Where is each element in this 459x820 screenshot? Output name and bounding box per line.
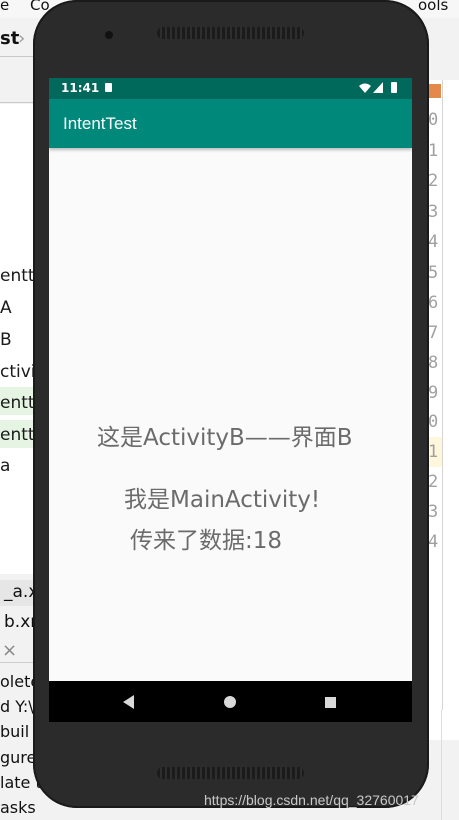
status-time: 11:41 (61, 81, 100, 95)
line-number: 3 (428, 202, 439, 222)
menu-item[interactable]: ools (418, 0, 448, 14)
divider (441, 710, 442, 820)
line-number: 9 (428, 383, 439, 403)
activity-label: 这是ActivityB——界面B (97, 425, 353, 451)
front-camera (105, 31, 113, 39)
tree-item[interactable]: entt (0, 425, 35, 445)
recents-icon[interactable] (325, 697, 336, 708)
toolbar-icon[interactable] (429, 84, 441, 98)
chevron-right-icon: › (18, 28, 26, 49)
app-bar: IntentTest (49, 99, 412, 148)
tree-item[interactable]: entt (0, 393, 35, 413)
device-screen: 11:41 IntentTest 这是ActivityB——界面B 我是Main… (49, 78, 412, 722)
signal-icon (373, 82, 383, 93)
build-output-line: buil (0, 722, 30, 741)
app-title: IntentTest (63, 114, 137, 133)
tree-item[interactable]: A (0, 298, 12, 318)
line-number: 0 (428, 110, 439, 130)
battery-icon (391, 82, 397, 93)
line-number: 8 (428, 353, 439, 373)
ide-breadcrumb[interactable]: st (0, 28, 19, 49)
line-number: 3 (428, 502, 439, 522)
line-number: 5 (428, 263, 439, 283)
status-bar: 11:41 (49, 78, 412, 99)
build-output-line: gure (0, 748, 37, 767)
line-number: 1 (428, 442, 439, 462)
tree-item[interactable]: entt (0, 266, 35, 286)
divider (442, 80, 443, 710)
back-icon[interactable] (123, 695, 134, 709)
home-icon[interactable] (224, 696, 236, 708)
line-number: 2 (428, 171, 439, 191)
wifi-icon (359, 83, 371, 93)
line-number: 1 (428, 141, 439, 161)
tree-item[interactable]: B (0, 330, 12, 350)
line-number: 6 (428, 293, 439, 313)
line-number: 4 (428, 532, 439, 552)
line-number: 4 (428, 232, 439, 252)
line-number: 7 (428, 323, 439, 343)
sd-card-icon (105, 83, 112, 92)
activity-content: 这是ActivityB——界面B 我是MainActivity! 传来了数据:1… (49, 148, 412, 681)
bottom-speaker (157, 767, 304, 779)
navigation-bar (49, 681, 412, 722)
build-output-line: d Y:\ (0, 697, 34, 716)
message-text: 我是MainActivity! (124, 487, 321, 513)
line-number: 2 (428, 472, 439, 492)
earpiece-speaker (157, 27, 304, 39)
watermark: https://blog.csdn.net/qq_32760017 (204, 792, 419, 808)
close-icon[interactable]: × (2, 640, 17, 661)
tree-item[interactable]: a (0, 456, 10, 476)
data-text: 传来了数据:18 (130, 528, 283, 554)
menu-item[interactable]: e (0, 0, 9, 14)
build-output-line: asks (0, 798, 36, 817)
phone-frame: 11:41 IntentTest 这是ActivityB——界面B 我是Main… (33, 0, 429, 808)
line-number: 0 (428, 412, 439, 432)
